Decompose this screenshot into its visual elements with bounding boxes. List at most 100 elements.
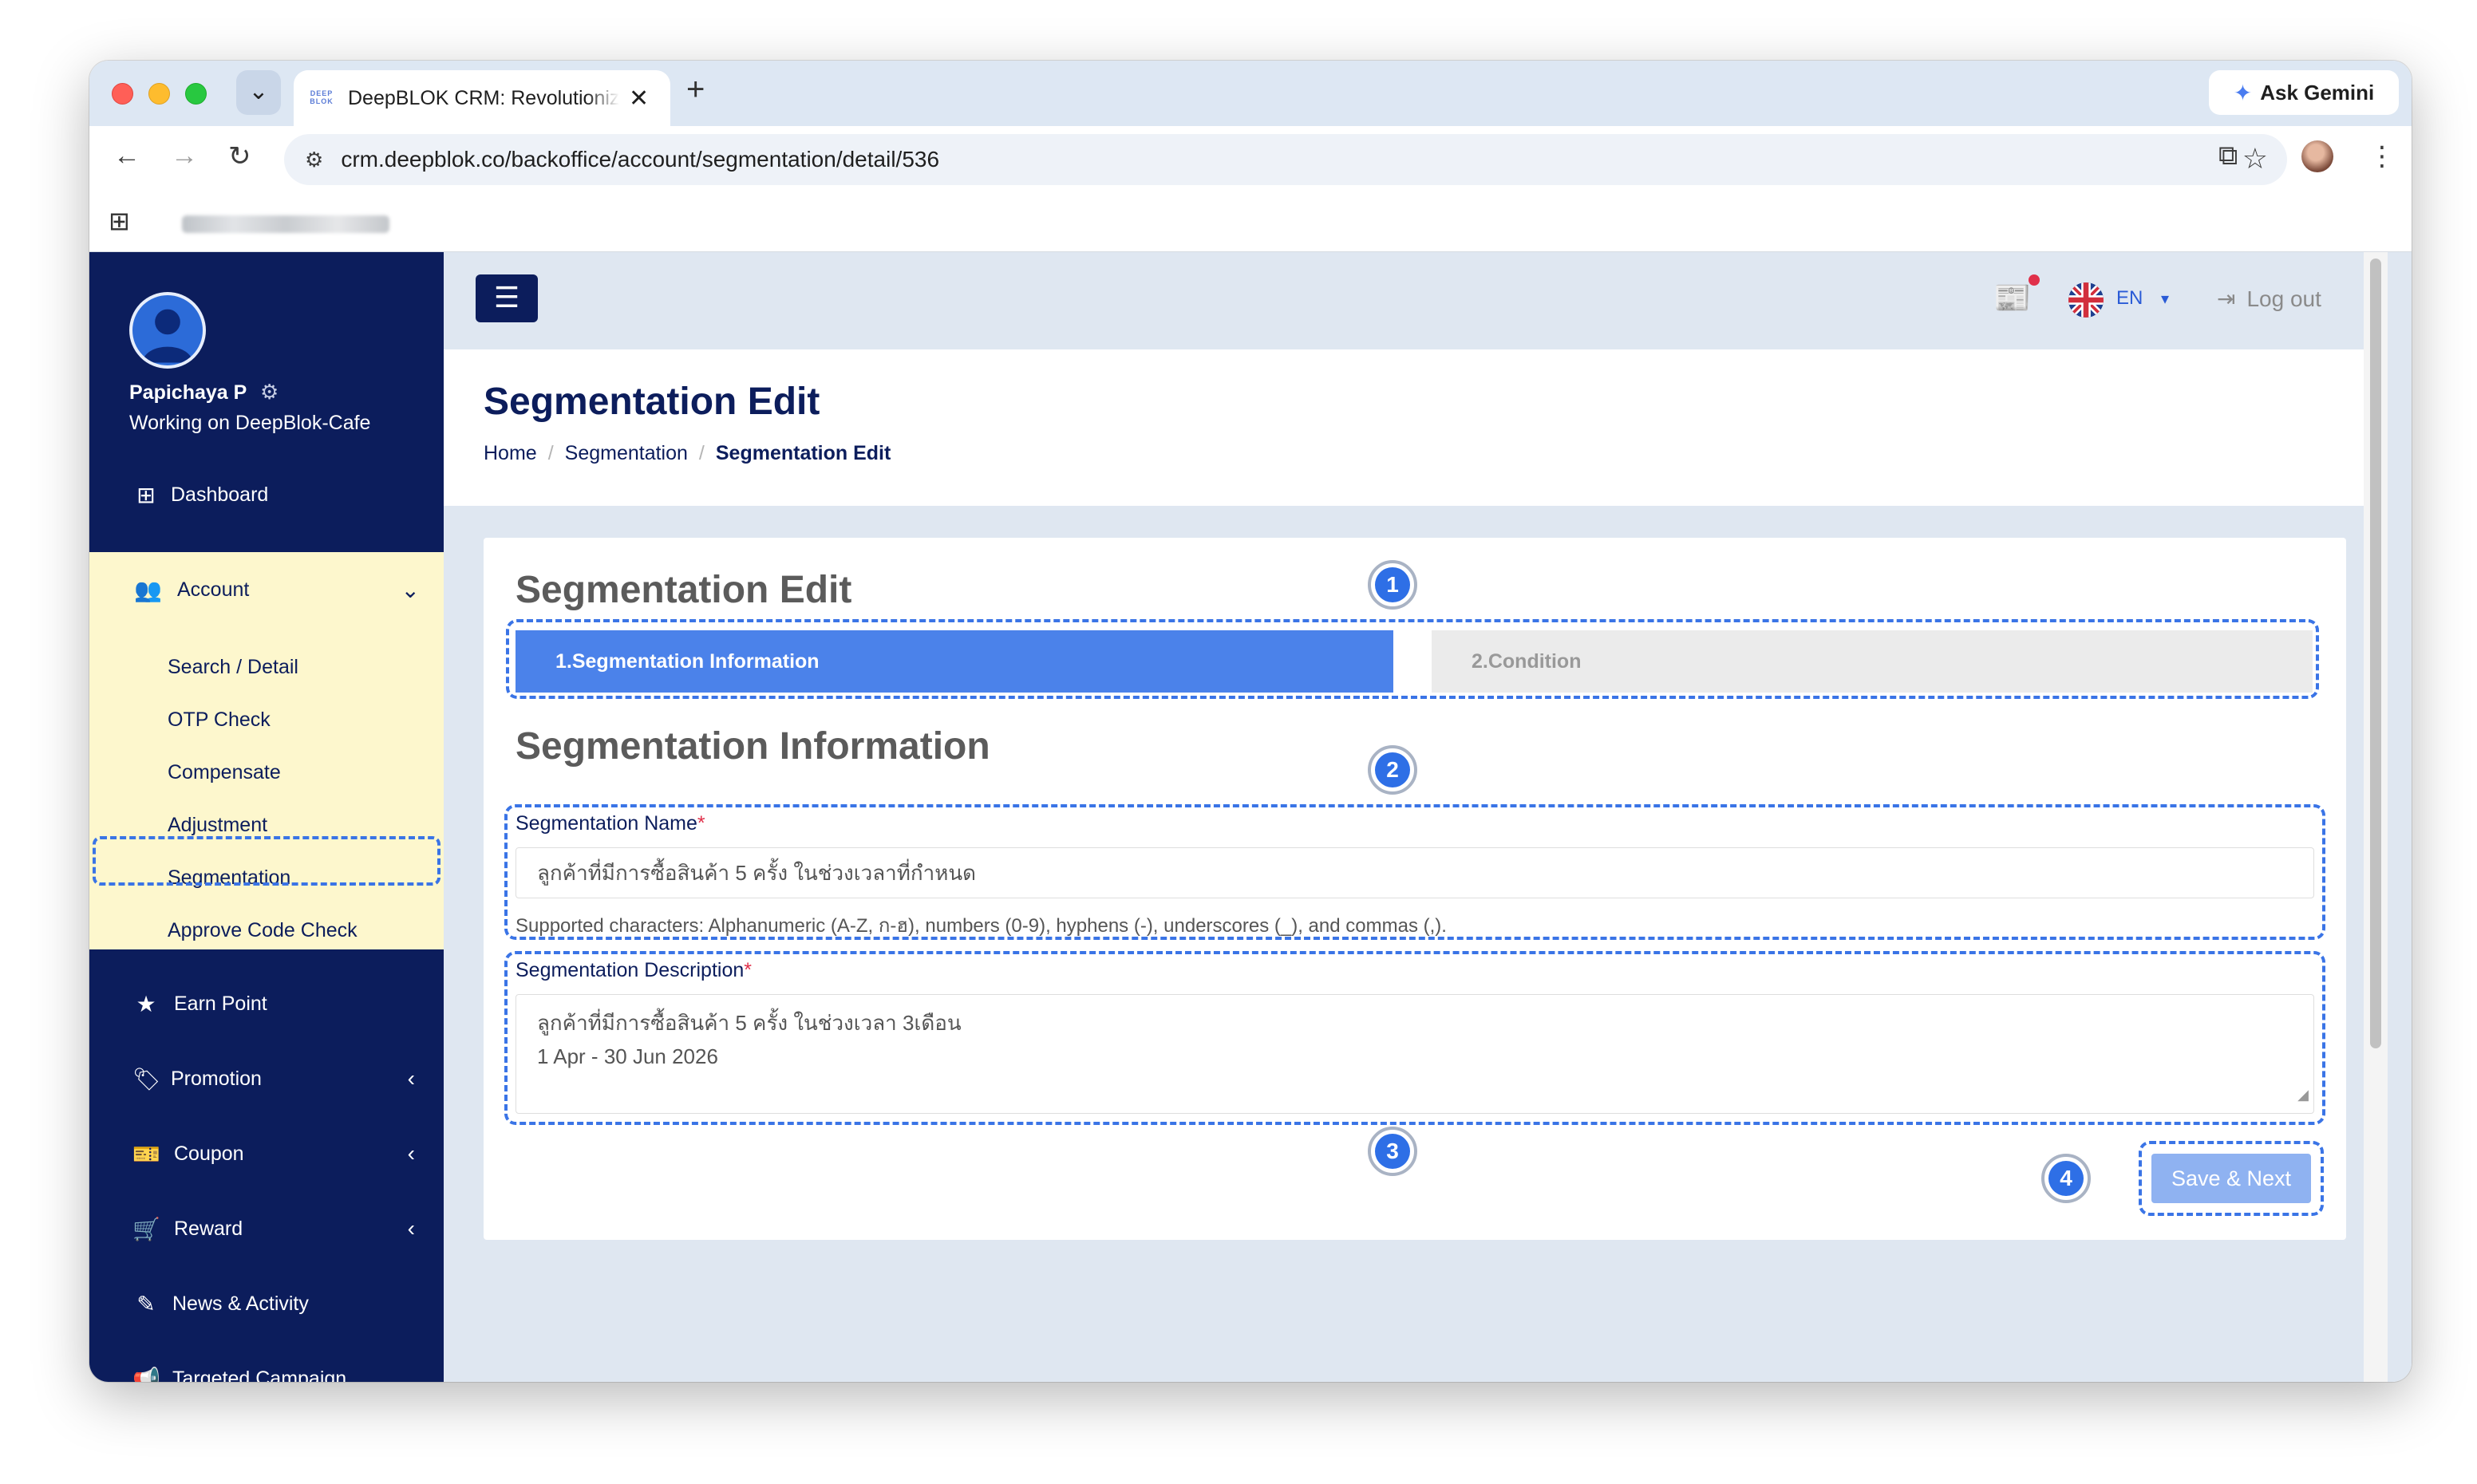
bookmark-star-icon[interactable]: ☆ — [2242, 142, 2268, 176]
breadcrumb: Home / Segmentation / Segmentation Edit — [484, 442, 891, 465]
sidebar-item-label: Earn Point — [174, 992, 267, 1015]
breadcrumb-home[interactable]: Home — [484, 442, 537, 465]
segmentation-name-label: Segmentation Name* — [516, 812, 705, 835]
save-next-button[interactable]: Save & Next — [2151, 1154, 2311, 1203]
users-icon: 👥 — [134, 577, 162, 602]
breadcrumb-separator: / — [698, 442, 705, 464]
breadcrumb-current: Segmentation Edit — [715, 442, 891, 464]
url-text[interactable]: crm.deepblok.co/backoffice/account/segme… — [341, 147, 939, 172]
sidebar: Papichaya P ⚙ Working on DeepBlok-Cafe ⊞… — [89, 252, 444, 1382]
resize-handle-icon[interactable]: ◢ — [2297, 1078, 2309, 1111]
bookmarks-bar: ⊞ — [89, 193, 2412, 252]
user-avatar-icon[interactable] — [129, 292, 206, 369]
more-menu-icon[interactable]: ⋮ — [2368, 140, 2396, 172]
workspace-label: Working on DeepBlok-Cafe — [129, 412, 371, 434]
logout-icon: ⇥ — [2217, 286, 2236, 311]
reload-icon[interactable]: ↻ — [228, 140, 251, 172]
sidebar-item-label: Dashboard — [171, 483, 269, 506]
notification-dot — [2029, 274, 2040, 286]
sidebar-item-reward[interactable]: 🛒 Reward ‹ — [89, 1197, 444, 1261]
dashboard-grid-icon: ⊞ — [136, 482, 156, 507]
required-asterisk: * — [744, 959, 753, 981]
segmentation-name-hint: Supported characters: Alphanumeric (A-Z,… — [516, 915, 1447, 937]
breadcrumb-segmentation[interactable]: Segmentation — [565, 442, 688, 465]
sidebar-item-promotion[interactable]: 🏷 Promotion ‹ — [89, 1047, 444, 1111]
segmentation-name-input[interactable]: ลูกค้าที่มีการซื้อสินค้า 5 ครั้ง ในช่วงเ… — [516, 847, 2314, 898]
annotation-marker-1: 1 — [1368, 560, 1417, 610]
browser-toolbar: ← → ↻ ⚙ crm.deepblok.co/backoffice/accou… — [89, 126, 2412, 193]
sidebar-subitem-compensate[interactable]: Compensate — [168, 761, 281, 784]
chevron-left-icon: ‹ — [407, 1066, 415, 1091]
card-title: Segmentation Edit — [516, 569, 852, 611]
language-selector[interactable]: EN — [2116, 287, 2143, 310]
required-asterisk: * — [697, 812, 705, 835]
top-navbar: ☰ 📰 EN ▾ ⇥ Log out — [444, 252, 2388, 349]
breadcrumb-separator: / — [547, 442, 554, 464]
megaphone-icon: 📢 — [132, 1366, 160, 1383]
logout-button[interactable]: ⇥ Log out — [2217, 286, 2321, 312]
back-arrow-icon[interactable]: ← — [113, 140, 140, 172]
chevron-left-icon: ‹ — [407, 1141, 415, 1166]
browser-window: ⌄ DEEP BLOK DeepBLOK CRM: Revolutionize … — [89, 61, 2412, 1382]
sidebar-subitem-otp-check[interactable]: OTP Check — [168, 708, 271, 732]
forward-arrow-icon[interactable]: → — [171, 140, 198, 172]
segmentation-highlight-annotation — [93, 836, 440, 886]
description-line-1: ลูกค้าที่มีการซื้อสินค้า 5 ครั้ง ในช่วงเ… — [537, 1011, 962, 1035]
site-settings-icon[interactable]: ⚙ — [305, 148, 323, 172]
close-window-button[interactable] — [112, 83, 133, 105]
blurred-bookmark[interactable] — [182, 215, 389, 233]
sidebar-item-news-activity[interactable]: ✎ News & Activity — [89, 1272, 444, 1336]
app-area: Papichaya P ⚙ Working on DeepBlok-Cafe ⊞… — [89, 252, 2412, 1382]
star-icon: ★ — [136, 991, 156, 1016]
page-title: Segmentation Edit — [484, 381, 820, 423]
segmentation-form-card: Segmentation Edit 1 1.Segmentation Infor… — [484, 538, 2346, 1240]
annotation-marker-3: 3 — [1368, 1127, 1417, 1176]
user-settings-gear-icon[interactable]: ⚙ — [260, 380, 279, 405]
sidebar-subitem-adjustment[interactable]: Adjustment — [168, 814, 267, 837]
address-bar[interactable]: ⚙ crm.deepblok.co/backoffice/account/seg… — [284, 134, 2287, 185]
new-tab-plus-icon[interactable]: + — [686, 72, 705, 108]
sidebar-item-label: Targeted Campaign — [172, 1367, 347, 1383]
browser-tab[interactable]: DEEP BLOK DeepBLOK CRM: Revolutionize ✕ — [294, 70, 670, 126]
annotation-marker-2: 2 — [1368, 745, 1417, 795]
menu-toggle-hamburger-icon[interactable]: ☰ — [476, 274, 538, 322]
description-line-2: 1 Apr - 30 Jun 2026 — [537, 1044, 718, 1068]
sidebar-item-targeted-campaign[interactable]: 📢 Targeted Campaign — [89, 1347, 444, 1383]
ask-gemini-label: Ask Gemini — [2260, 80, 2375, 105]
sidebar-item-label: News & Activity — [172, 1292, 309, 1315]
annotation-marker-4: 4 — [2041, 1154, 2091, 1203]
tag-icon: 🏷 — [132, 1066, 161, 1091]
sidebar-item-account[interactable]: 👥 Account ⌄ — [89, 552, 444, 627]
sidebar-item-coupon[interactable]: 🎫 Coupon ‹ — [89, 1122, 444, 1186]
minimize-window-button[interactable] — [148, 83, 170, 105]
ticket-icon: 🎫 — [132, 1141, 160, 1166]
maximize-window-button[interactable] — [185, 83, 207, 105]
sidebar-item-earn-point[interactable]: ★ Earn Point — [89, 972, 444, 1036]
segmentation-description-textarea[interactable]: ลูกค้าที่มีการซื้อสินค้า 5 ครั้ง ในช่วงเ… — [516, 994, 2314, 1114]
sidebar-subitem-search-detail[interactable]: Search / Detail — [168, 656, 298, 679]
profile-avatar[interactable] — [2301, 140, 2333, 172]
step-condition[interactable]: 2.Condition — [1432, 630, 2313, 693]
caret-down-icon[interactable]: ▾ — [2161, 289, 2169, 309]
page-scrollbar[interactable] — [2364, 252, 2388, 1382]
section-title: Segmentation Information — [516, 725, 990, 768]
sidebar-item-label: Account — [177, 578, 250, 601]
edit-icon: ✎ — [136, 1291, 156, 1316]
account-menu-group: 👥 Account ⌄ Search / Detail OTP Check Co… — [89, 552, 444, 949]
newspaper-icon[interactable]: 📰 — [1993, 281, 2031, 316]
main-content: ☰ 📰 EN ▾ ⇥ Log out Segmentation Edit Hom… — [444, 252, 2388, 1382]
deepblok-favicon-icon: DEEP BLOK — [310, 89, 334, 105]
step-segmentation-information[interactable]: 1.Segmentation Information — [516, 630, 1393, 693]
sidebar-subitem-approve-code-check[interactable]: Approve Code Check — [168, 919, 358, 942]
apps-grid-icon[interactable]: ⊞ — [109, 206, 130, 236]
scrollbar-thumb[interactable] — [2370, 259, 2381, 1048]
extensions-puzzle-icon[interactable]: ⧉ — [2218, 140, 2238, 172]
sidebar-item-dashboard[interactable]: ⊞ Dashboard — [89, 463, 444, 527]
tab-close-icon[interactable]: ✕ — [629, 85, 649, 112]
logout-label: Log out — [2246, 286, 2321, 311]
cart-icon: 🛒 — [132, 1216, 160, 1241]
tab-search-chevron-icon[interactable]: ⌄ — [236, 70, 281, 115]
ask-gemini-button[interactable]: ✦ Ask Gemini — [2209, 70, 2399, 115]
uk-flag-icon[interactable] — [2068, 282, 2104, 318]
tab-title: DeepBLOK CRM: Revolutionize — [348, 86, 619, 109]
